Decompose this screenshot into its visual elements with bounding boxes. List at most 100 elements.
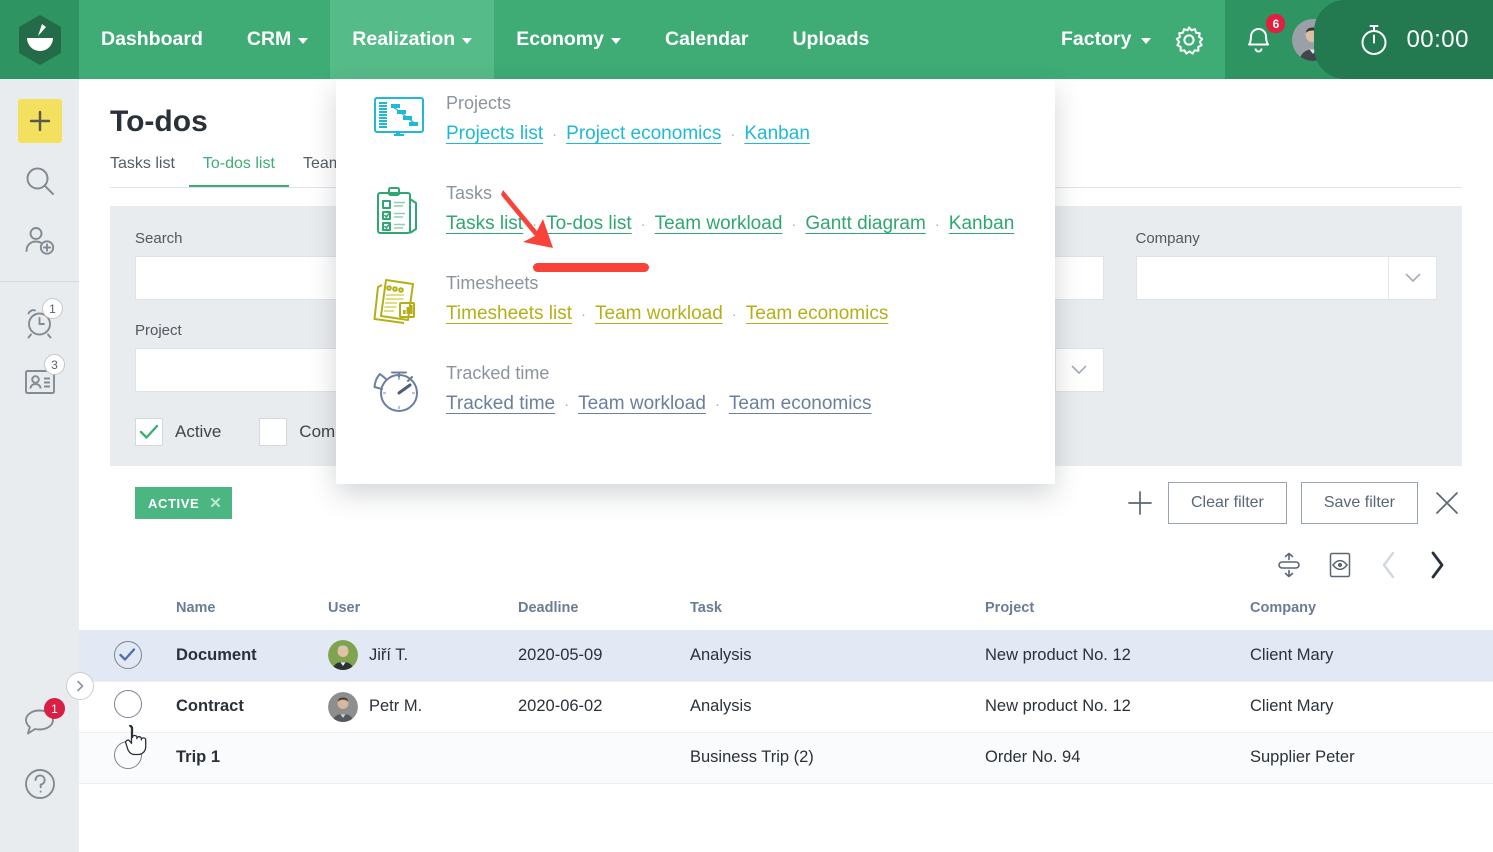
separator: · [730,126,736,143]
tab-tasks-list[interactable]: Tasks list [110,155,189,188]
time-tracker[interactable]: 00:00 [1314,0,1493,79]
sidebar-item-search[interactable] [0,151,79,211]
notifications-button[interactable]: 6 [1243,14,1286,56]
clipboard-checklist-icon [372,181,446,237]
close-filter-button[interactable] [1432,488,1462,518]
help-icon [24,769,55,799]
menu-link-tasks-kanban[interactable]: Kanban [949,213,1015,235]
menu-link-team-economics-timesheets[interactable]: Team economics [746,303,889,325]
separator: · [564,396,570,413]
nav-label: Uploads [792,28,870,50]
filter-chip-active[interactable]: ACTIVE ✕ [135,487,233,519]
cell-name: Contract [176,697,244,715]
chevron-down-icon [1141,38,1152,44]
checkbox-active[interactable]: Active [135,418,221,446]
nav-item-economy[interactable]: Economy [494,0,643,79]
nav-item-realization[interactable]: Realization [330,0,495,79]
next-page-button[interactable] [1426,550,1448,580]
menu-link-gantt-diagram[interactable]: Gantt diagram [805,213,925,235]
cell-company: Client Mary [1250,697,1334,715]
menu-link-projects-kanban[interactable]: Kanban [744,123,810,145]
menu-link-project-economics[interactable]: Project economics [566,123,721,145]
chevron-right-icon [77,680,84,692]
cell-company: Client Mary [1250,645,1334,664]
menu-group-body: Tracked time Tracked time · Team workloa… [446,361,871,415]
checkbox-active-box[interactable] [135,418,163,446]
chevron-down-icon [1054,349,1103,391]
menu-link-tracked-time[interactable]: Tracked time [446,393,555,415]
workspace-switcher[interactable]: Factory [1035,0,1169,79]
company-select[interactable] [1135,256,1437,300]
sidebar-item-help[interactable] [0,754,79,814]
row-height-button[interactable] [1276,552,1302,578]
cell-name: Document [176,645,257,664]
menu-link-tasks-list[interactable]: Tasks list [446,213,523,235]
top-nav-right-section: Factory 6 00:00 [1035,0,1493,79]
checkbox-active-label: Active [175,422,222,441]
nav-label: Dashboard [101,28,203,50]
sidebar-item-reminders[interactable]: 1 [0,292,79,352]
row-checkbox-checked[interactable] [113,641,142,670]
column-header-name[interactable]: Name [176,590,328,630]
separator: · [934,216,940,233]
sidebar-expand-button[interactable] [66,672,94,700]
avatar [328,691,358,722]
table-row[interactable]: Trip 1 Business Trip (2) Order No. 94 Su… [79,732,1493,783]
app-logo[interactable] [0,0,79,79]
menu-link-team-workload-tasks[interactable]: Team workload [655,213,783,235]
add-filter-button[interactable] [1126,489,1154,517]
clear-filter-button[interactable]: Clear filter [1167,482,1287,524]
menu-group-body: Tasks Tasks list · To-dos list · Team wo… [446,181,1014,235]
row-height-icon [1278,552,1300,578]
menu-link-projects-list[interactable]: Projects list [446,123,543,145]
column-header-company[interactable]: Company [1250,590,1493,630]
column-header-task[interactable]: Task [690,590,985,630]
row-checkbox-unchecked[interactable] [113,690,142,718]
row-checkbox-unchecked[interactable] [113,741,142,769]
column-header-deadline[interactable]: Deadline [518,590,690,630]
row-select-cell[interactable] [79,630,176,681]
cell-project: Order No. 94 [985,748,1081,766]
realization-dropdown-menu: Projects Projects list · Project economi… [336,79,1055,484]
cell-user: Petr M. [328,681,518,732]
separator: · [640,216,646,233]
menu-link-team-workload-timesheets[interactable]: Team workload [595,303,723,325]
menu-group-title: Tracked time [446,363,550,383]
close-icon[interactable]: ✕ [209,494,222,512]
separator: · [581,306,586,323]
menu-group-projects: Projects Projects list · Project economi… [336,79,1055,169]
menu-group-links: Timesheets list · Team workload · Team e… [446,303,888,325]
tab-todos-list[interactable]: To-dos list [188,155,289,188]
menu-link-team-economics-tracked[interactable]: Team economics [729,393,872,415]
preview-button[interactable] [1328,551,1352,579]
sidebar-item-add-user[interactable] [0,211,79,271]
sidebar-item-chat[interactable]: 1 [0,694,79,754]
settings-button[interactable] [1169,0,1225,79]
row-select-cell[interactable] [79,732,176,783]
column-header-user[interactable]: User [328,590,518,630]
column-header-project[interactable]: Project [985,590,1250,630]
nav-item-uploads[interactable]: Uploads [770,0,891,79]
menu-link-team-workload-tracked[interactable]: Team workload [578,393,706,415]
menu-link-todos-list[interactable]: To-dos list [546,213,632,235]
column-header-select [79,590,176,630]
prev-page-button[interactable] [1378,550,1400,580]
nav-item-dashboard[interactable]: Dashboard [79,0,225,79]
table-row[interactable]: Contract Petr M. 2020-06-02 Analysis New… [79,681,1493,732]
sidebar-item-add[interactable] [0,91,79,151]
save-filter-button[interactable]: Save filter [1300,482,1418,524]
sidebar-item-contacts[interactable]: 3 [0,352,79,412]
plus-icon [1128,491,1152,515]
menu-group-title: Tasks [446,183,493,203]
close-icon [1436,492,1458,514]
nav-item-calendar[interactable]: Calendar [643,0,770,79]
menu-group-tasks: Tasks Tasks list · To-dos list · Team wo… [336,169,1055,259]
monitor-gantt-icon [372,91,446,143]
menu-link-timesheets-list[interactable]: Timesheets list [446,303,572,325]
nav-item-crm[interactable]: CRM [225,0,330,79]
table-row[interactable]: Document Jiří T. 2020-05-09 Analysis New… [79,630,1493,681]
main-nav-items: Dashboard CRM Realization Economy Calend… [79,0,891,79]
reminders-badge: 1 [42,298,63,319]
separator: · [714,396,720,413]
checkbox-completed-box[interactable] [259,418,288,446]
